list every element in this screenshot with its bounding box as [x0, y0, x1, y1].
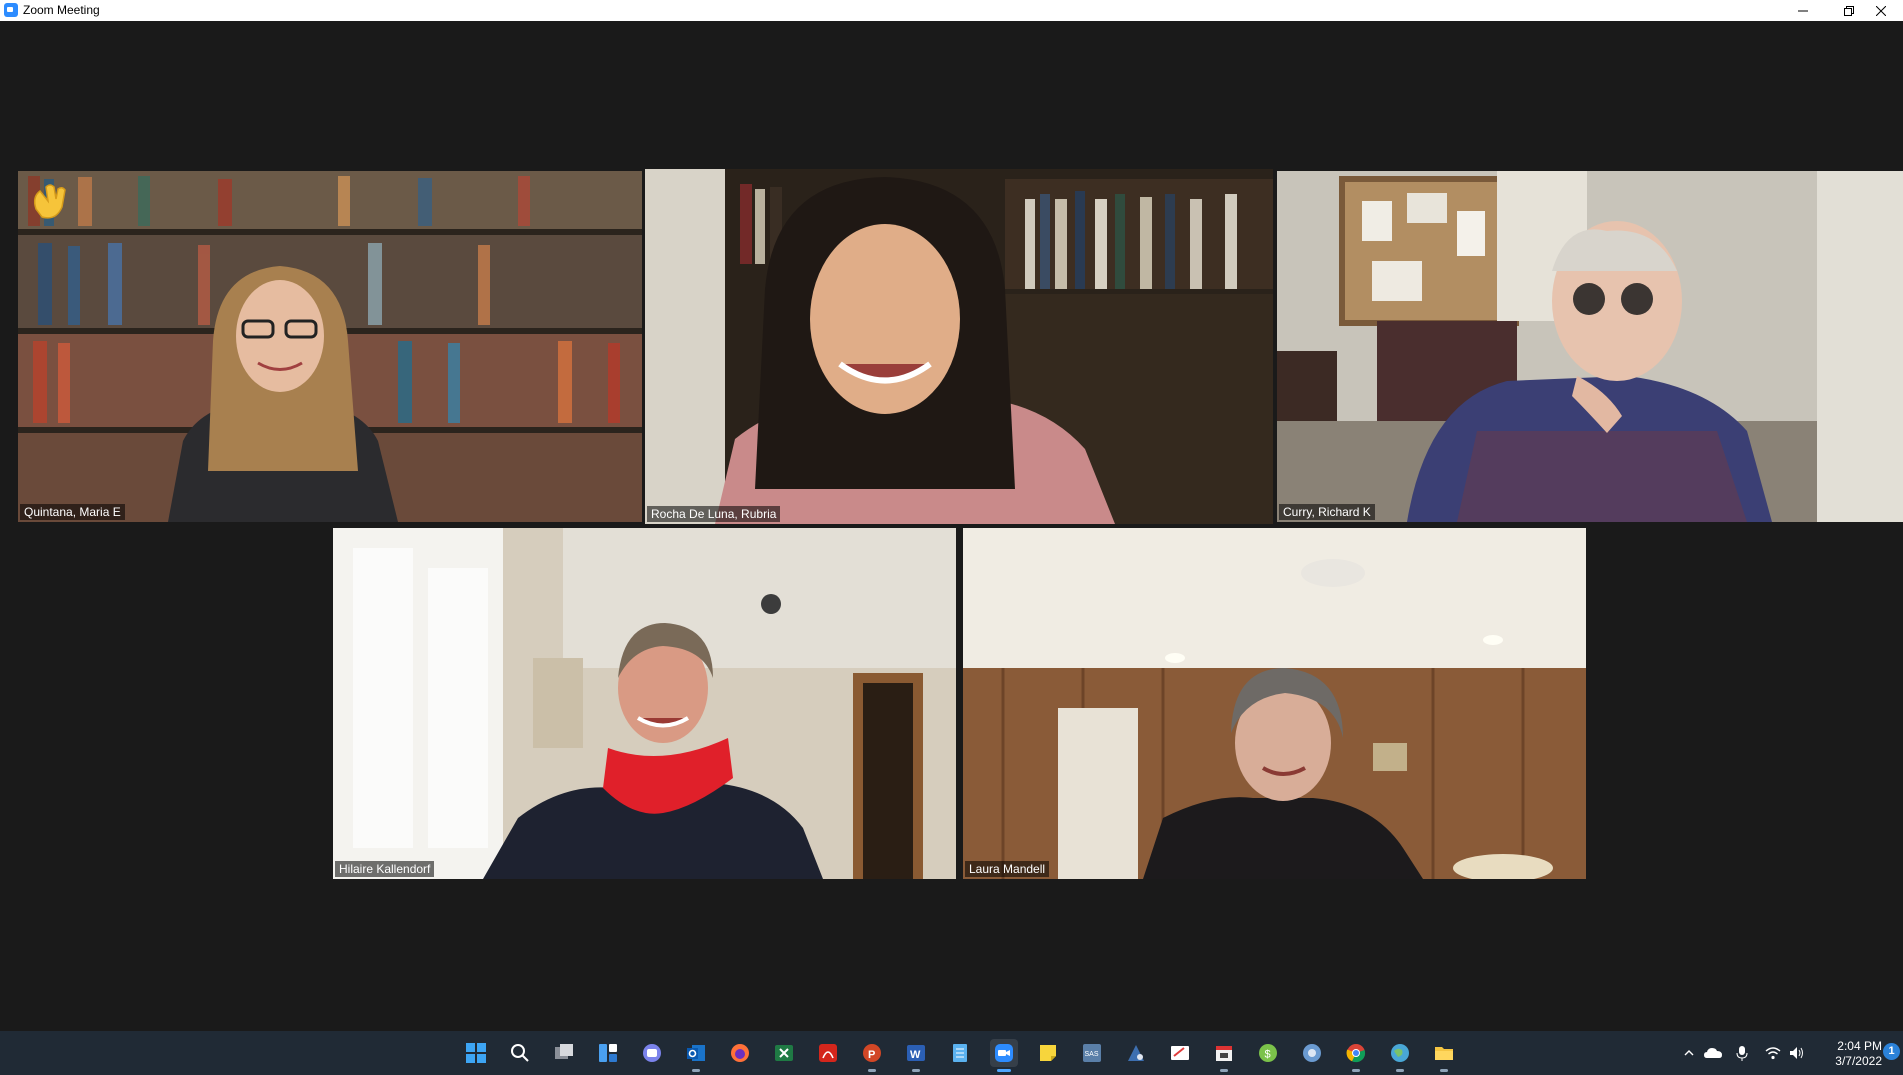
wifi-icon: [1765, 1047, 1781, 1060]
close-icon: [1875, 5, 1886, 16]
participant-video: [963, 528, 1586, 879]
taskbar-app[interactable]: [770, 1039, 798, 1067]
title-bar: Zoom Meeting: [0, 0, 1903, 21]
sas-icon: SAS: [1083, 1044, 1101, 1062]
microphone-icon: [1736, 1046, 1748, 1061]
powerpoint-icon: P: [863, 1044, 881, 1062]
whiteboard-icon: [1171, 1046, 1189, 1060]
microphone-tray-button[interactable]: [1733, 1044, 1751, 1062]
participant-name: Curry, Richard K: [1279, 504, 1375, 520]
onedrive-icon: [1704, 1048, 1722, 1058]
volume-icon: [1790, 1047, 1803, 1059]
taskbar-app[interactable]: [638, 1039, 666, 1067]
network-tray-button[interactable]: [1764, 1044, 1782, 1062]
taskbar-app[interactable]: [1342, 1039, 1370, 1072]
sas-viya-icon: [1128, 1045, 1144, 1061]
participant-name: Quintana, Maria E: [20, 504, 125, 520]
svg-text:W: W: [910, 1049, 921, 1061]
file-explorer-icon: [1435, 1047, 1453, 1060]
running-indicator: [1220, 1069, 1228, 1072]
money-app-icon: $: [1259, 1044, 1277, 1062]
svg-text:SAS: SAS: [1085, 1051, 1099, 1058]
running-indicator: [868, 1069, 876, 1072]
taskbar-clock[interactable]: 2:04 PM 3/7/2022: [1812, 1039, 1882, 1069]
taskbar-app[interactable]: $: [1254, 1039, 1282, 1067]
taskbar-app[interactable]: [1298, 1039, 1326, 1067]
taskbar-app[interactable]: [1386, 1039, 1414, 1072]
taskbar-app[interactable]: [814, 1039, 842, 1067]
reaction-waving-hand-icon: [26, 179, 70, 223]
taskbar-app[interactable]: [1122, 1039, 1150, 1067]
participant-name: Laura Mandell: [965, 861, 1050, 877]
participant-video-tile[interactable]: Laura Mandell: [963, 528, 1586, 879]
outlook-icon: [687, 1045, 705, 1061]
zoom-app-icon: [4, 3, 18, 17]
excel-icon: [775, 1045, 793, 1061]
running-indicator: [1352, 1069, 1360, 1072]
restore-icon: [1843, 5, 1854, 16]
participant-video-tile[interactable]: Hilaire Kallendorf: [333, 528, 956, 879]
taskbar-app[interactable]: [946, 1039, 974, 1067]
onedrive-tray-button[interactable]: [1704, 1044, 1722, 1062]
taskbar-app[interactable]: [1166, 1039, 1194, 1067]
windows-taskbar: P W SAS $ 2:04 PM 3/7/2022 1: [0, 1031, 1903, 1075]
participant-video-tile[interactable]: Quintana, Maria E: [18, 171, 642, 522]
taskbar-app[interactable]: P: [858, 1039, 886, 1072]
firefox-icon: [731, 1044, 749, 1062]
volume-tray-button[interactable]: [1788, 1044, 1806, 1062]
running-indicator: [1440, 1069, 1448, 1072]
taskbar-app[interactable]: [682, 1039, 710, 1072]
taskbar-app[interactable]: SAS: [1078, 1039, 1106, 1067]
participant-name: Rocha De Luna, Rubria: [647, 506, 781, 522]
participant-video: [1277, 171, 1903, 522]
search-button[interactable]: [506, 1039, 534, 1067]
svg-text:$: $: [1265, 1049, 1271, 1061]
participant-name: Hilaire Kallendorf: [335, 861, 435, 877]
participant-video: [333, 528, 956, 879]
taskbar-app[interactable]: W: [902, 1039, 930, 1072]
window-title: Zoom Meeting: [23, 3, 100, 17]
search-icon: [511, 1044, 529, 1062]
chevron-up-icon: [1684, 1050, 1694, 1056]
start-icon: [466, 1043, 486, 1063]
show-hidden-icons-button[interactable]: [1680, 1044, 1698, 1062]
zoom-icon: [995, 1044, 1013, 1062]
minimize-icon: [1797, 10, 1808, 11]
svg-text:P: P: [868, 1049, 875, 1061]
participant-video-tile-active-speaker[interactable]: Rocha De Luna, Rubria: [645, 169, 1273, 524]
network-app-icon: [1303, 1044, 1321, 1062]
word-icon: W: [907, 1045, 925, 1061]
taskbar-app-active[interactable]: [990, 1039, 1018, 1072]
taskbar-app[interactable]: [1210, 1039, 1238, 1072]
acrobat-icon: [819, 1044, 837, 1062]
running-indicator: [997, 1069, 1011, 1072]
clock-time: 2:04 PM: [1837, 1039, 1882, 1053]
teams-chat-icon: [643, 1044, 661, 1062]
globe-app-icon: [1391, 1044, 1409, 1062]
participant-video-tile[interactable]: Curry, Richard K: [1277, 171, 1903, 522]
running-indicator: [692, 1069, 700, 1072]
close-button[interactable]: [1858, 0, 1903, 21]
widgets-button[interactable]: [594, 1039, 622, 1067]
running-indicator: [1396, 1069, 1404, 1072]
clock-date: 3/7/2022: [1835, 1054, 1882, 1068]
task-view-button[interactable]: [550, 1039, 578, 1067]
taskbar-app[interactable]: [726, 1039, 754, 1067]
participant-video: [645, 169, 1273, 524]
chrome-icon: [1346, 1044, 1366, 1063]
sticky-notes-icon: [1040, 1045, 1056, 1061]
taskbar-app[interactable]: [1034, 1039, 1062, 1067]
calendar-app-icon: [1216, 1046, 1232, 1061]
notification-badge[interactable]: 1: [1883, 1043, 1900, 1060]
notepad-icon: [953, 1044, 967, 1062]
running-indicator: [912, 1069, 920, 1072]
task-view-icon: [555, 1044, 573, 1059]
widgets-icon: [599, 1044, 617, 1062]
taskbar-app[interactable]: [1430, 1039, 1458, 1072]
start-button[interactable]: [462, 1039, 490, 1067]
minimize-button[interactable]: [1780, 0, 1825, 21]
meeting-gallery: Quintana, Maria E Rocha De Luna, Rubria: [0, 21, 1903, 1031]
participant-video: [18, 171, 642, 522]
